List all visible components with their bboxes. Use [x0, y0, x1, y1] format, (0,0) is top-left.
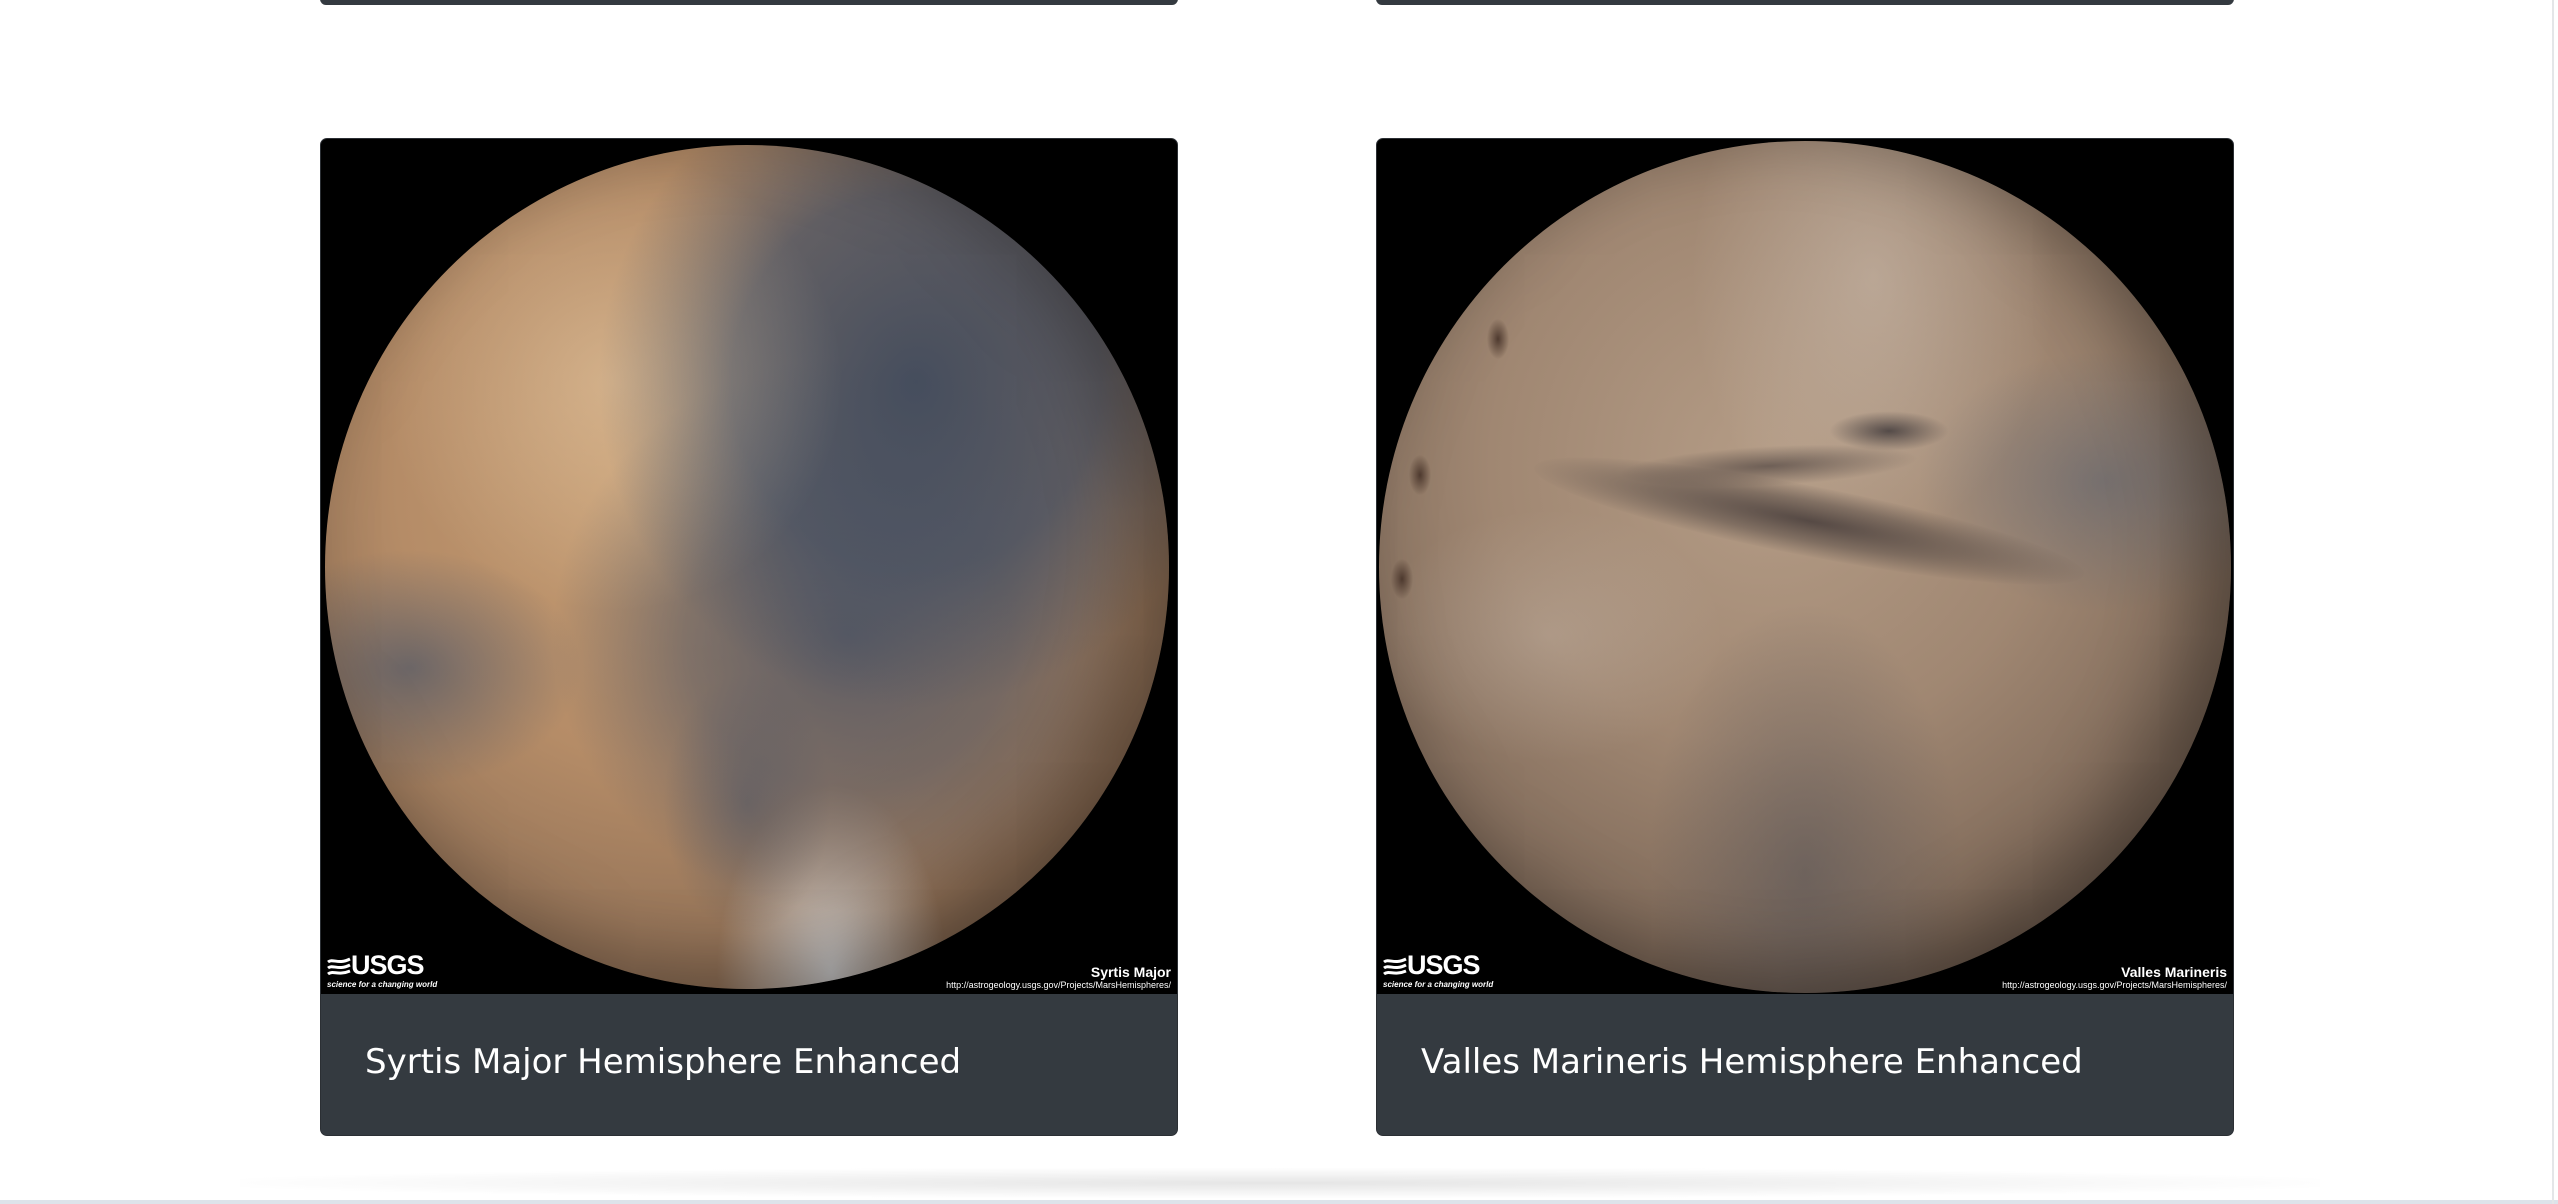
mars-hemisphere-photo — [325, 145, 1169, 989]
image-caption: Syrtis Major http://astrogeology.usgs.go… — [946, 964, 1171, 991]
previous-card-bottom-edge — [1376, 0, 2234, 5]
hemisphere-card-valles-marineris[interactable]: USGS science for a changing world Valles… — [1376, 138, 2234, 1136]
hemisphere-image[interactable]: USGS science for a changing world Syrtis… — [321, 139, 1177, 994]
card-body: Syrtis Major Hemisphere Enhanced — [321, 994, 1177, 1135]
usgs-logo-tagline: science for a changing world — [327, 980, 438, 989]
mars-hemisphere-photo — [1379, 141, 2231, 993]
bottom-border — [0, 1200, 2558, 1204]
usgs-logo-text: USGS — [351, 950, 425, 980]
usgs-logo-icon — [1383, 957, 1407, 975]
scrollbar-track[interactable] — [2552, 0, 2554, 1204]
card-title[interactable]: Syrtis Major Hemisphere Enhanced — [321, 1042, 961, 1087]
image-caption: Valles Marineris http://astrogeology.usg… — [2002, 964, 2227, 991]
image-caption-name: Syrtis Major — [1090, 964, 1171, 980]
card-title[interactable]: Valles Marineris Hemisphere Enhanced — [1377, 1042, 2083, 1087]
previous-card-bottom-edge — [320, 0, 1178, 5]
usgs-logo: USGS science for a changing world — [327, 952, 437, 989]
usgs-logo-tagline: science for a changing world — [1383, 980, 1494, 989]
usgs-logo-text: USGS — [1407, 950, 1481, 980]
hemisphere-card-syrtis-major[interactable]: USGS science for a changing world Syrtis… — [320, 138, 1178, 1136]
image-caption-url: http://astrogeology.usgs.gov/Projects/Ma… — [946, 980, 1171, 991]
hemisphere-image[interactable]: USGS science for a changing world Valles… — [1377, 139, 2233, 994]
usgs-logo: USGS science for a changing world — [1383, 952, 1493, 989]
card-body: Valles Marineris Hemisphere Enhanced — [1377, 994, 2233, 1135]
usgs-logo-icon — [327, 957, 351, 975]
image-caption-url: http://astrogeology.usgs.gov/Projects/Ma… — [2002, 980, 2227, 991]
image-caption-name: Valles Marineris — [2121, 964, 2227, 980]
footer-shadow — [240, 1168, 2320, 1198]
page-viewport: USGS science for a changing world Syrtis… — [0, 0, 2558, 1204]
